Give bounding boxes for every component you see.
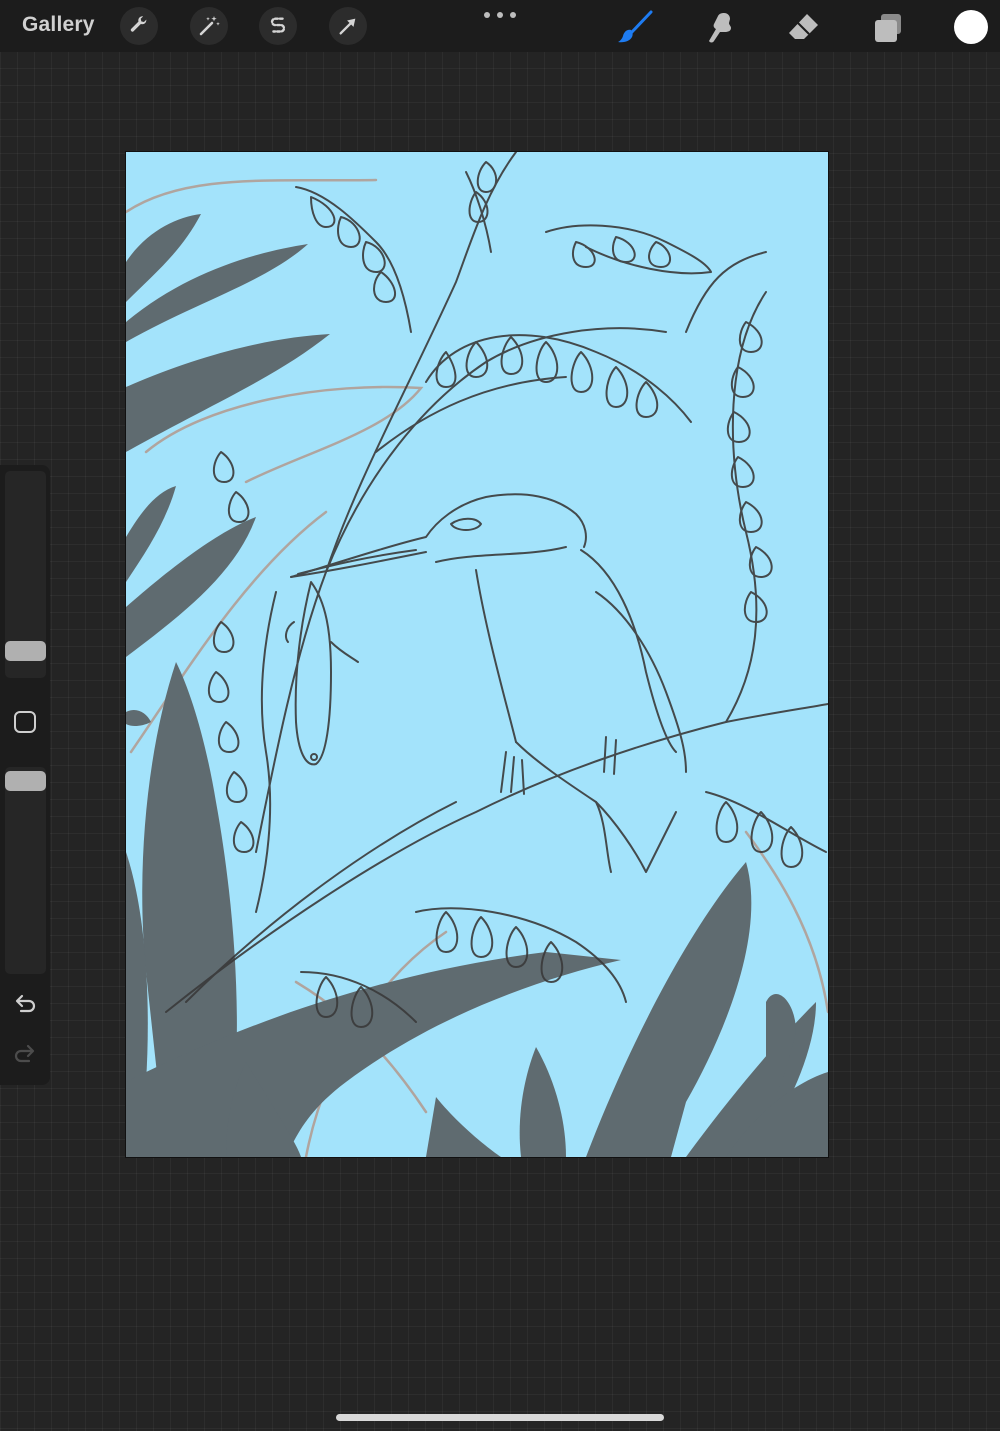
smudge-tool-button[interactable]	[700, 8, 740, 48]
drawing-canvas[interactable]	[126, 152, 828, 1157]
eraser-tool-button[interactable]	[784, 8, 824, 48]
gallery-button[interactable]: Gallery	[22, 13, 95, 37]
layers-icon	[875, 14, 901, 42]
wrench-icon	[130, 16, 147, 32]
arrow-cursor-icon	[339, 18, 356, 35]
sidebar	[0, 465, 50, 1085]
top-toolbar: Gallery	[0, 0, 1000, 52]
opacity-slider[interactable]	[5, 767, 46, 974]
undo-icon[interactable]	[11, 991, 39, 1019]
more-dots-icon[interactable]	[484, 4, 516, 26]
redo-icon[interactable]	[11, 1041, 39, 1069]
eraser-icon	[789, 14, 818, 39]
home-indicator[interactable]	[336, 1414, 664, 1421]
opacity-thumb[interactable]	[5, 771, 46, 791]
selection-button[interactable]	[259, 7, 297, 45]
modify-button[interactable]	[14, 711, 36, 733]
transform-button[interactable]	[329, 7, 367, 45]
artwork	[126, 152, 828, 1157]
color-swatch[interactable]	[954, 10, 988, 44]
brush-size-thumb[interactable]	[5, 641, 46, 661]
brush-icon	[618, 10, 653, 43]
layers-tool-button[interactable]	[868, 8, 908, 48]
adjustments-button[interactable]	[190, 7, 228, 45]
actions-button[interactable]	[120, 7, 158, 45]
brush-size-slider[interactable]	[5, 471, 46, 678]
brush-tool-button[interactable]	[616, 8, 656, 48]
selection-s-icon	[270, 17, 286, 33]
smudge-icon	[709, 13, 731, 43]
magic-wand-icon	[199, 16, 220, 36]
